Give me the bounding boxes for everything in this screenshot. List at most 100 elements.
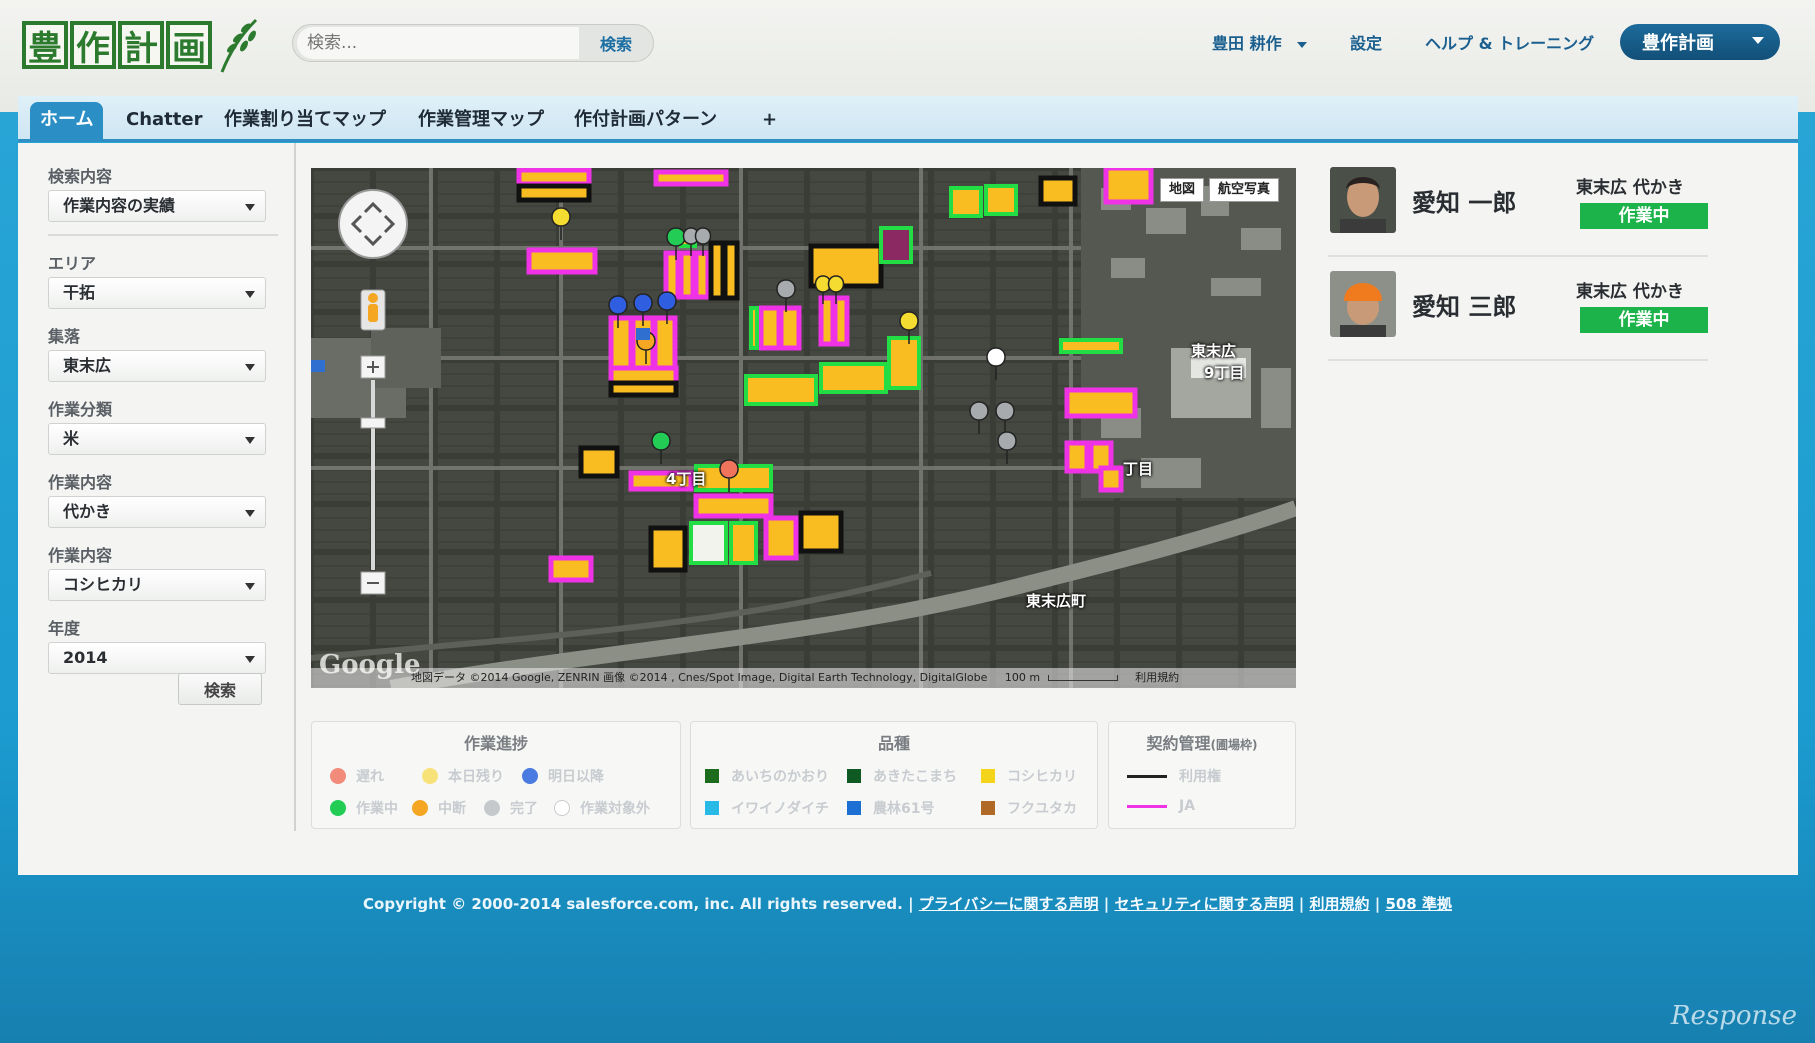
filter-label: 検索内容: [48, 167, 113, 186]
help-link[interactable]: ヘルプ & トレーニング: [1425, 30, 1594, 54]
worker-name: 愛知 三郎: [1412, 293, 1517, 321]
map-terms-link[interactable]: 利用規約: [1135, 671, 1179, 684]
scale-bar: [1047, 675, 1118, 681]
sidebar-divider: [294, 143, 296, 831]
logo-char: 計: [118, 21, 164, 69]
legend-item: フクユタカ: [981, 798, 1077, 818]
footer: Copyright © 2000-2014 salesforce.com, in…: [363, 895, 1452, 913]
worker-photo-icon: [1330, 167, 1396, 233]
filter-divider: [48, 234, 278, 236]
dropdown-arrow-icon: [245, 656, 255, 663]
map-type-map-button[interactable]: 地図: [1160, 178, 1205, 202]
filter-label: エリア: [48, 254, 97, 273]
logo-char: 豊: [22, 21, 68, 69]
tab-chatter[interactable]: Chatter: [116, 102, 212, 138]
variety-swatch-icon: [705, 801, 719, 815]
app-switcher-label: 豊作計画: [1642, 33, 1714, 54]
legend-variety: 品種 あいちのかおり あきたこまち コシヒカリ イワイノダイチ 農林61号 フク…: [690, 721, 1098, 829]
chevron-down-icon: [1752, 37, 1764, 44]
area-select[interactable]: 干拓: [48, 277, 266, 309]
select-value: 2014: [63, 648, 108, 667]
dropdown-arrow-icon: [245, 437, 255, 444]
tab-work-management-map[interactable]: 作業管理マップ: [408, 102, 554, 138]
legend-title: 作業進捗: [463, 734, 528, 753]
status-dot-icon: [484, 800, 500, 816]
global-search: 検索: [292, 24, 654, 62]
map-place-label: 9丁目: [1204, 364, 1245, 382]
variety-swatch-icon: [705, 769, 719, 783]
border-line-icon: [1127, 804, 1167, 808]
tab-add[interactable]: +: [752, 102, 787, 138]
worker-list: 愛知 一郎 東末広 代かき 作業中 愛知 三郎 東末広 代かき 作業中: [1328, 153, 1708, 361]
search-input[interactable]: [297, 27, 579, 59]
user-menu[interactable]: 豊田 耕作: [1212, 30, 1308, 54]
user-menu-label: 豊田 耕作: [1212, 34, 1282, 53]
search-button[interactable]: 検索: [579, 27, 653, 59]
dropdown-arrow-icon: [245, 583, 255, 590]
legend-label: 完了: [510, 801, 538, 817]
legend-item: 利用権: [1127, 766, 1221, 786]
zoom-out-button[interactable]: [360, 571, 386, 595]
tab-work-assignment-map[interactable]: 作業割り当てマップ: [214, 102, 396, 138]
work-content-select[interactable]: 代かき: [48, 496, 266, 528]
variety-swatch-icon: [981, 801, 995, 815]
street-view-pegman-icon[interactable]: [360, 289, 386, 331]
legend-label: イワイノダイチ: [731, 801, 829, 817]
status-badge: 作業中: [1580, 307, 1708, 333]
worker-card[interactable]: 愛知 三郎 東末広 代かき 作業中: [1328, 257, 1708, 361]
search-content-select[interactable]: 作業内容の実績: [48, 190, 266, 222]
legend-label: 本日残り: [448, 769, 504, 785]
settings-link[interactable]: 設定: [1350, 30, 1382, 54]
legend-item: あいちのかおり: [705, 766, 829, 786]
worker-photo-icon: [1330, 271, 1396, 337]
village-select[interactable]: 東末広: [48, 350, 266, 382]
privacy-link[interactable]: プライバシーに関する声明: [919, 895, 1099, 913]
avatar: [1330, 271, 1396, 337]
app-switcher[interactable]: 豊作計画: [1620, 24, 1780, 60]
watermark-logo: Response: [1670, 1001, 1797, 1031]
rice-leaf-icon: [220, 18, 258, 73]
legend-label: あきたこまち: [873, 769, 957, 785]
filter-search-button[interactable]: 検索: [178, 673, 262, 705]
year-select[interactable]: 2014: [48, 642, 266, 674]
attribution-text: 地図データ ©2014 Google, ZENRIN 画像 ©2014 , Cn…: [411, 671, 988, 684]
legend-label: JA: [1179, 798, 1196, 814]
legend-item: あきたこまち: [847, 766, 957, 786]
map-place-label: 東末広町: [1026, 592, 1087, 610]
chevron-down-icon: [1297, 41, 1308, 48]
filter-label: 集落: [48, 327, 81, 346]
status-badge: 作業中: [1580, 203, 1708, 229]
security-link[interactable]: セキュリティに関する声明: [1114, 895, 1293, 913]
map-place-label: 東末広: [1191, 342, 1237, 360]
legend-item: イワイノダイチ: [705, 798, 829, 818]
screen: 豊 作 計 画 検索 豊田 耕作 設定 ヘルプ & トレーニング 豊作計画: [0, 0, 1815, 1043]
legend-item: 作業中: [330, 798, 398, 818]
work-category-select[interactable]: 米: [48, 423, 266, 455]
zoom-in-button[interactable]: [360, 355, 386, 379]
field-map[interactable]: 地図 航空写真 東末広 9丁目 4丁目 丁目 東末広町 地図データ ©2014 …: [311, 168, 1296, 688]
filter-label: 作業内容: [48, 473, 113, 492]
variety-swatch-icon: [847, 801, 861, 815]
dropdown-arrow-icon: [245, 510, 255, 517]
pan-control[interactable]: [338, 189, 408, 259]
select-value: コシヒカリ: [63, 575, 144, 594]
section-508-link[interactable]: 508 準拠: [1385, 895, 1452, 913]
status-dot-icon: [330, 800, 346, 816]
dropdown-arrow-icon: [245, 364, 255, 371]
terms-link[interactable]: 利用規約: [1309, 895, 1369, 913]
variety-select[interactable]: コシヒカリ: [48, 569, 266, 601]
route-shield: [636, 328, 650, 340]
border-line-icon: [1127, 774, 1167, 778]
worker-card[interactable]: 愛知 一郎 東末広 代かき 作業中: [1328, 153, 1708, 257]
select-value: 米: [63, 429, 80, 448]
logo-char: 画: [166, 21, 212, 69]
map-type-satellite-button[interactable]: 航空写真: [1209, 178, 1280, 202]
filter-label: 年度: [48, 619, 81, 638]
app-logo[interactable]: 豊 作 計 画: [22, 14, 262, 76]
map-attribution: 地図データ ©2014 Google, ZENRIN 画像 ©2014 , Cn…: [311, 668, 1296, 688]
tab-planting-pattern[interactable]: 作付計画パターン: [564, 102, 727, 138]
tab-home[interactable]: ホーム: [30, 102, 104, 142]
status-dot-icon: [554, 800, 570, 816]
tab-bar: ホーム Chatter 作業割り当てマップ 作業管理マップ 作付計画パターン +: [18, 96, 1798, 142]
map-place-label: 4丁目: [666, 470, 707, 488]
